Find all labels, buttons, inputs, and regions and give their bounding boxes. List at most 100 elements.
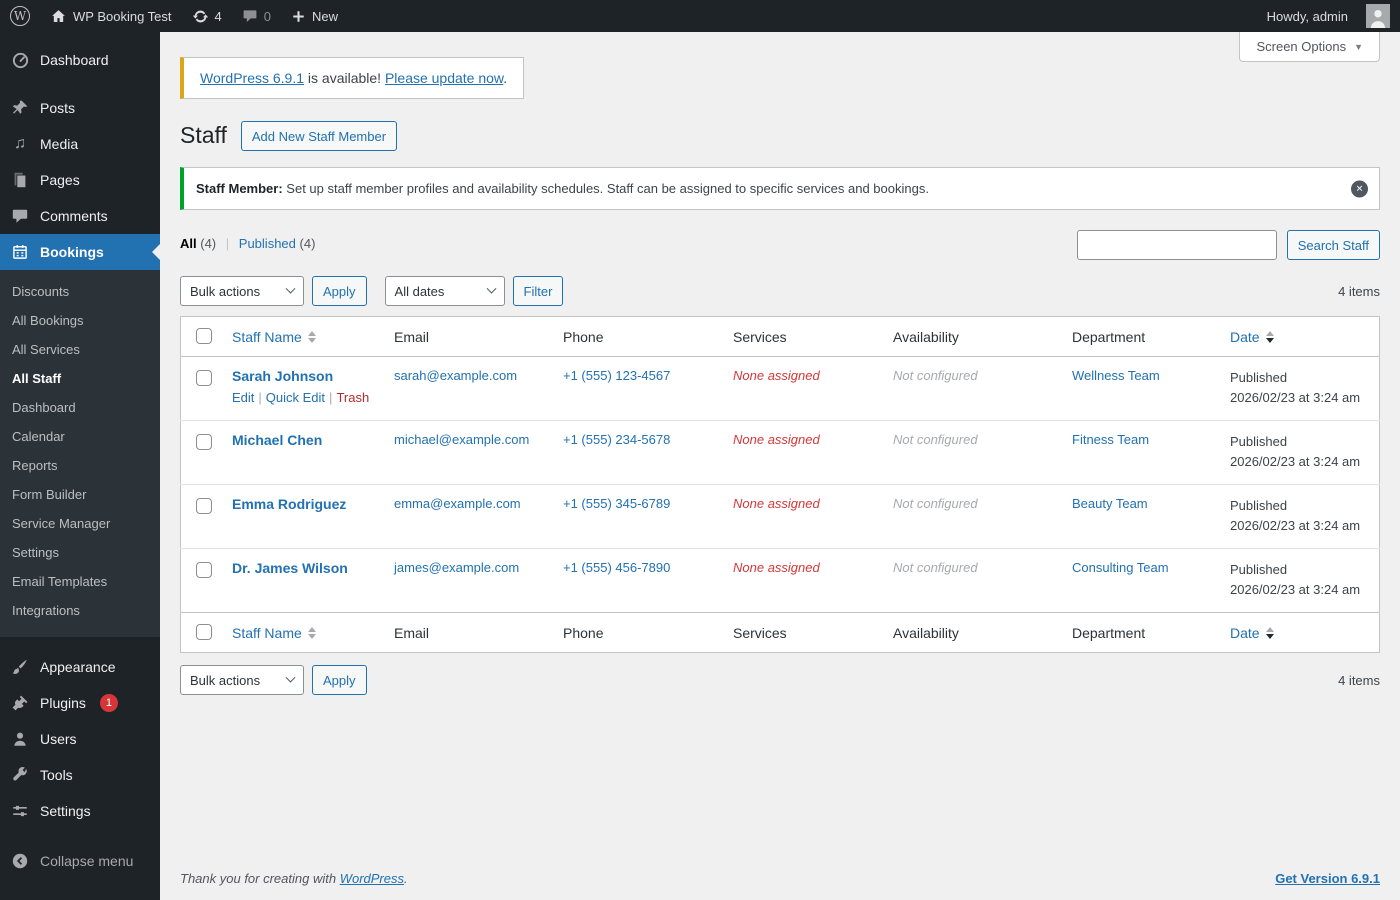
update-now-link[interactable]: Please update now: [385, 70, 503, 86]
items-count: 4 items: [1338, 283, 1380, 299]
plus-icon: [291, 9, 306, 24]
search-staff-button[interactable]: Search Staff: [1286, 230, 1380, 260]
services-status: None assigned: [733, 368, 820, 383]
sidebar-item-posts[interactable]: Posts: [0, 90, 160, 126]
staff-list-table: Staff Name Email Phone Services Availabi…: [180, 316, 1380, 653]
sidebar-item-users[interactable]: Users: [0, 721, 160, 757]
sidebar-item-reports[interactable]: Reports: [0, 451, 160, 480]
select-row-checkbox[interactable]: [196, 498, 212, 514]
sidebar-item-discounts[interactable]: Discounts: [0, 277, 160, 306]
select-all-checkbox[interactable]: [196, 328, 212, 344]
sidebar-item-bookings[interactable]: Bookings: [0, 234, 160, 270]
media-icon: ♫: [14, 135, 26, 152]
department-link[interactable]: Fitness Team: [1072, 432, 1149, 447]
apply-button[interactable]: Apply: [312, 665, 367, 695]
column-header-department: Department: [1062, 316, 1220, 357]
select-row-checkbox[interactable]: [196, 434, 212, 450]
trash-link[interactable]: Trash: [336, 390, 369, 405]
department-link[interactable]: Beauty Team: [1072, 496, 1148, 511]
view-all-link[interactable]: All: [180, 236, 197, 251]
search-input[interactable]: [1076, 230, 1277, 260]
column-header-phone: Phone: [553, 316, 723, 357]
screen-options-tab[interactable]: Screen Options ▼: [1239, 32, 1380, 62]
sort-arrows-icon: [1265, 330, 1274, 343]
sliders-icon: [10, 801, 30, 821]
phone-link[interactable]: +1 (555) 456-7890: [563, 560, 670, 575]
sidebar-item-media[interactable]: ♫ Media: [0, 126, 160, 162]
wordpress-version-link[interactable]: WordPress 6.9.1: [200, 70, 304, 86]
sidebar-item-appearance[interactable]: Appearance: [0, 649, 160, 685]
collapse-menu-button[interactable]: Collapse menu: [0, 843, 160, 879]
staff-name-link[interactable]: Michael Chen: [232, 432, 322, 448]
new-content-link[interactable]: New: [281, 0, 348, 32]
column-header-services: Services: [723, 316, 883, 357]
quick-edit-link[interactable]: Quick Edit: [266, 390, 325, 405]
department-link[interactable]: Consulting Team: [1072, 560, 1169, 575]
select-all-checkbox[interactable]: [196, 624, 212, 640]
updates-link[interactable]: 4: [182, 0, 232, 32]
sort-date-header[interactable]: Date: [1230, 329, 1274, 345]
date-filter-select[interactable]: All dates: [384, 276, 505, 306]
email-link[interactable]: michael@example.com: [394, 432, 529, 447]
phone-link[interactable]: +1 (555) 234-5678: [563, 432, 670, 447]
email-link[interactable]: emma@example.com: [394, 496, 521, 511]
select-row-checkbox[interactable]: [196, 370, 212, 386]
phone-link[interactable]: +1 (555) 123-4567: [563, 368, 670, 383]
sort-staff-name-header[interactable]: Staff Name: [232, 329, 316, 345]
my-account-link[interactable]: Howdy, admin: [1257, 9, 1358, 24]
sidebar-item-all-bookings[interactable]: All Bookings: [0, 306, 160, 335]
staff-name-link[interactable]: Emma Rodriguez: [232, 496, 346, 512]
sort-staff-name-header[interactable]: Staff Name: [232, 625, 316, 641]
sidebar-item-settings[interactable]: Settings: [0, 793, 160, 829]
sort-date-header[interactable]: Date: [1230, 625, 1274, 641]
update-nag: WordPress 6.9.1 is available! Please upd…: [180, 57, 525, 99]
updates-icon: [192, 8, 209, 25]
filter-button[interactable]: Filter: [512, 276, 564, 306]
sidebar-item-all-staff[interactable]: All Staff: [0, 364, 160, 393]
bulk-actions-select[interactable]: Bulk actions: [180, 276, 304, 306]
sidebar-item-integrations[interactable]: Integrations: [0, 596, 160, 625]
staff-name-link[interactable]: Sarah Johnson: [232, 368, 333, 384]
brush-icon: [10, 657, 30, 677]
sidebar-item-bookings-settings[interactable]: Settings: [0, 538, 160, 567]
sidebar-item-calendar[interactable]: Calendar: [0, 422, 160, 451]
sidebar-item-comments[interactable]: Comments: [0, 198, 160, 234]
wp-logo-menu[interactable]: W: [0, 0, 40, 32]
select-row-checkbox[interactable]: [196, 562, 212, 578]
sidebar-item-pages[interactable]: Pages: [0, 162, 160, 198]
pin-icon: [10, 98, 30, 118]
sidebar-item-tools[interactable]: Tools: [0, 757, 160, 793]
email-link[interactable]: james@example.com: [394, 560, 519, 575]
sidebar-item-email-templates[interactable]: Email Templates: [0, 567, 160, 596]
department-link[interactable]: Wellness Team: [1072, 368, 1160, 383]
phone-link[interactable]: +1 (555) 345-6789: [563, 496, 670, 511]
sidebar-item-all-services[interactable]: All Services: [0, 335, 160, 364]
availability-status: Not configured: [893, 496, 978, 511]
avatar[interactable]: [1366, 4, 1390, 28]
sidebar-item-plugins[interactable]: Plugins 1: [0, 685, 160, 721]
add-new-staff-button[interactable]: Add New Staff Member: [240, 121, 398, 151]
comments-link[interactable]: 0: [232, 0, 281, 32]
user-icon: [10, 729, 30, 749]
apply-button[interactable]: Apply: [312, 276, 367, 306]
column-header-department: Department: [1062, 612, 1220, 653]
bulk-actions-select[interactable]: Bulk actions: [180, 665, 304, 695]
edit-link[interactable]: Edit: [232, 390, 254, 405]
dismiss-notice-button[interactable]: ✕: [1351, 180, 1368, 197]
site-name-link[interactable]: WP Booking Test: [40, 0, 182, 32]
email-link[interactable]: sarah@example.com: [394, 368, 517, 383]
view-published-link[interactable]: Published: [239, 236, 296, 251]
chevron-down-icon: [285, 283, 296, 294]
table-row: Sarah Johnson Edit | Quick Edit | Trash sara…: [181, 357, 1380, 421]
items-count: 4 items: [1338, 672, 1380, 688]
comments-icon: [10, 206, 30, 226]
availability-status: Not configured: [893, 368, 978, 383]
wordpress-footer-link[interactable]: WordPress: [340, 871, 404, 886]
get-version-link[interactable]: Get Version 6.9.1: [1275, 871, 1380, 886]
sidebar-item-dashboard[interactable]: Dashboard: [0, 42, 160, 78]
sidebar-item-service-manager[interactable]: Service Manager: [0, 509, 160, 538]
sidebar-item-bookings-dashboard[interactable]: Dashboard: [0, 393, 160, 422]
services-status: None assigned: [733, 496, 820, 511]
staff-name-link[interactable]: Dr. James Wilson: [232, 560, 348, 576]
sidebar-item-form-builder[interactable]: Form Builder: [0, 480, 160, 509]
